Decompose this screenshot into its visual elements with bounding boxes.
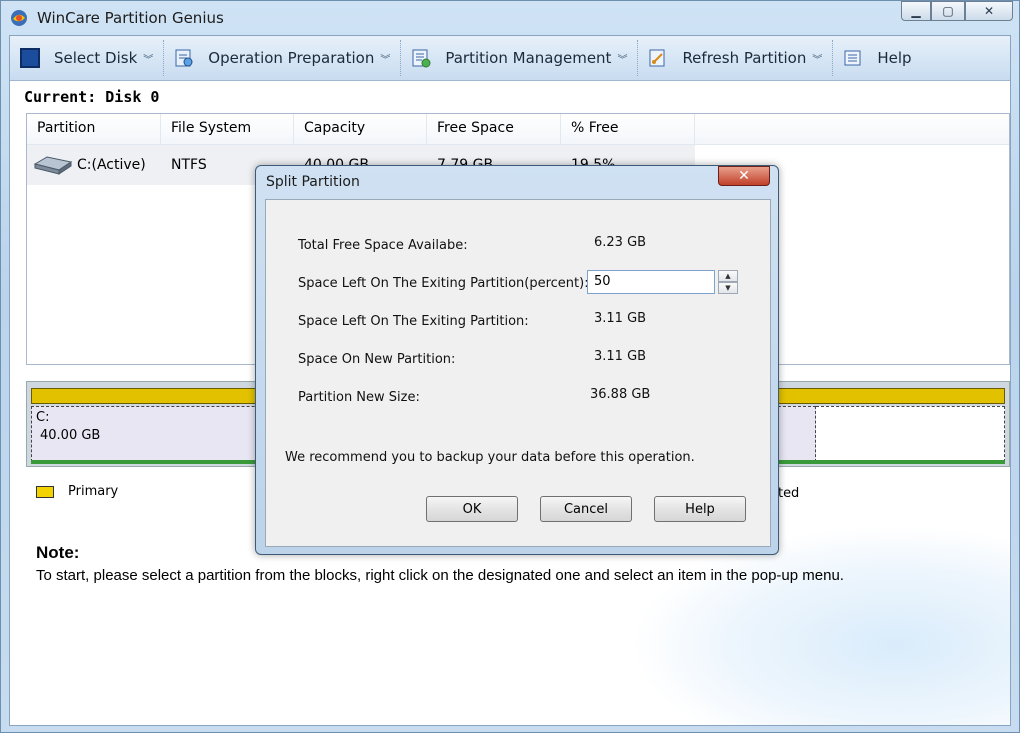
select-disk-menu[interactable]: Select Disk ︾: [10, 40, 165, 76]
new-size-label: Partition New Size:: [298, 390, 420, 405]
note-text: To start, please select a partition from…: [36, 567, 844, 584]
column-header-free-space[interactable]: Free Space: [427, 114, 561, 144]
refresh-partition-label: Refresh Partition: [682, 49, 807, 67]
cell-partition: C:(Active): [27, 154, 161, 176]
percent-input[interactable]: 50: [587, 270, 715, 294]
percent-spinner: ▲ ▼: [718, 270, 738, 294]
partition-block-label: C: 40.00 GB: [36, 409, 100, 445]
partition-management-menu[interactable]: Partition Management ︾: [401, 40, 639, 76]
partition-name: C:(Active): [77, 157, 146, 173]
close-icon: ✕: [738, 168, 750, 184]
unallocated-block[interactable]: [816, 406, 1005, 462]
operation-preparation-menu[interactable]: Operation Preparation ︾: [164, 40, 402, 76]
caret-up-icon: ▲: [725, 272, 731, 280]
background-decoration: [630, 525, 1010, 725]
column-header-partition[interactable]: Partition: [27, 114, 161, 144]
partition-management-icon: [412, 49, 431, 68]
space-left-value: 3.11 GB: [594, 311, 647, 326]
new-size-value: 36.88 GB: [590, 387, 651, 402]
partition-management-label: Partition Management: [445, 49, 612, 67]
spin-up-button[interactable]: ▲: [718, 270, 738, 282]
window-title: WinCare Partition Genius: [37, 9, 224, 27]
select-disk-label: Select Disk: [54, 49, 138, 67]
legend-primary-label: Primary: [68, 484, 119, 499]
chevron-down-icon: ︾: [143, 54, 154, 66]
operation-preparation-icon: [175, 49, 193, 67]
minimize-icon: ▁: [911, 4, 921, 18]
total-free-value: 6.23 GB: [594, 235, 647, 250]
dialog-title: Split Partition: [266, 174, 360, 190]
current-disk-label: Current: Disk 0: [24, 88, 160, 106]
title-bar[interactable]: WinCare Partition Genius ▁ ▢ ✕: [1, 1, 1019, 35]
column-header-file-system[interactable]: File System: [161, 114, 294, 144]
chevron-down-icon: ︾: [380, 54, 391, 66]
dialog-body: Total Free Space Availabe: 6.23 GB Space…: [265, 199, 771, 547]
split-partition-dialog: Split Partition ✕ Total Free Space Avail…: [255, 165, 779, 555]
refresh-partition-menu[interactable]: Refresh Partition ︾: [638, 40, 834, 76]
caret-down-icon: ▼: [725, 284, 731, 292]
total-free-label: Total Free Space Availabe:: [298, 238, 468, 253]
partition-size: 40.00 GB: [40, 428, 101, 443]
spin-down-button[interactable]: ▼: [718, 282, 738, 294]
new-partition-value: 3.11 GB: [594, 349, 647, 364]
app-logo-icon: [11, 10, 27, 26]
maximize-icon: ▢: [942, 4, 954, 18]
dialog-close-button[interactable]: ✕: [718, 166, 770, 186]
new-partition-label: Space On New Partition:: [298, 352, 456, 367]
help-label: Help: [877, 49, 912, 67]
partition-drive-letter: C:: [36, 410, 50, 425]
legend-primary: Primary: [36, 484, 118, 499]
hard-drive-icon: [33, 156, 73, 175]
primary-color-swatch: [36, 485, 54, 498]
chevron-down-icon: ︾: [617, 54, 628, 66]
help-menu[interactable]: Help: [833, 40, 921, 76]
minimize-button[interactable]: ▁: [901, 1, 931, 21]
table-header: Partition File System Capacity Free Spac…: [27, 114, 1009, 145]
column-header-pct-free[interactable]: % Free: [561, 114, 695, 144]
chevron-down-icon: ︾: [812, 54, 823, 66]
maximize-button[interactable]: ▢: [931, 1, 965, 21]
help-button[interactable]: Help: [654, 496, 746, 522]
backup-recommendation: We recommend you to backup your data bef…: [285, 450, 695, 465]
disk-icon: [20, 48, 40, 68]
app-window: WinCare Partition Genius ▁ ▢ ✕ Select Di…: [0, 0, 1020, 733]
space-left-label: Space Left On The Exiting Partition:: [298, 314, 529, 329]
close-window-button[interactable]: ✕: [965, 1, 1013, 21]
ok-button[interactable]: OK: [426, 496, 518, 522]
operation-preparation-label: Operation Preparation: [208, 49, 375, 67]
cancel-button[interactable]: Cancel: [540, 496, 632, 522]
column-header-capacity[interactable]: Capacity: [294, 114, 427, 144]
toolbar: Select Disk ︾ Operation Preparation ︾ Pa…: [10, 36, 1010, 81]
close-icon: ✕: [983, 4, 995, 18]
percent-label: Space Left On The Exiting Partition(perc…: [298, 276, 589, 291]
refresh-partition-icon: [649, 49, 665, 67]
help-icon: [844, 50, 861, 66]
note-title: Note:: [36, 543, 80, 562]
